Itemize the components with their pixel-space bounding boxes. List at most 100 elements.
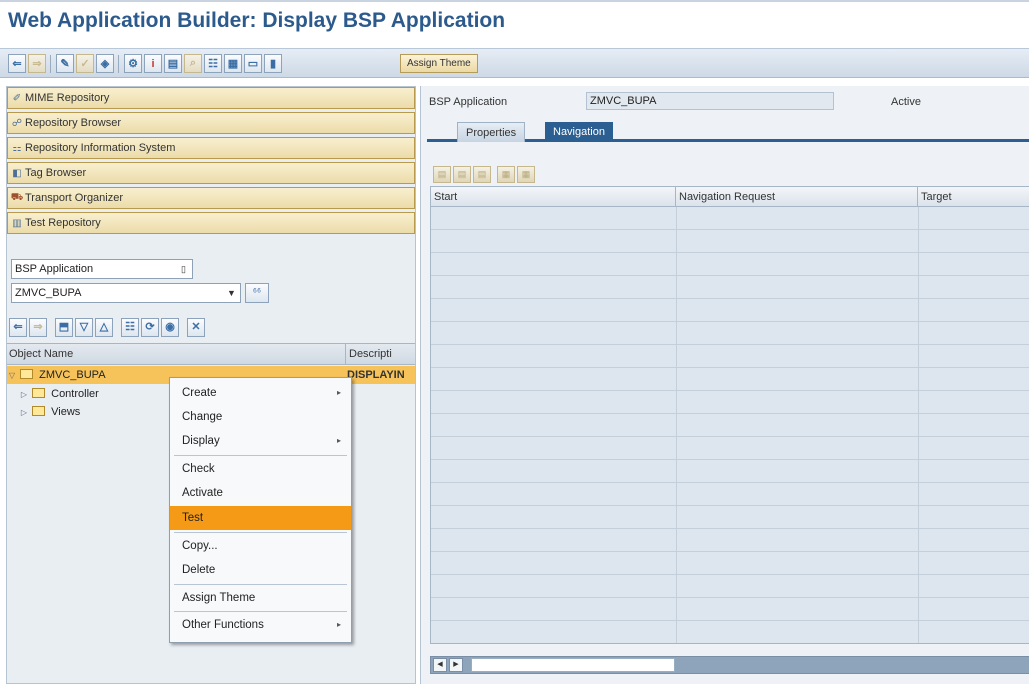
hierarchy-icon[interactable]: ☷ bbox=[121, 318, 139, 337]
close-window-icon[interactable]: ✕ bbox=[187, 318, 205, 337]
folder-icon bbox=[32, 388, 46, 399]
screen-icon[interactable]: ▮ bbox=[264, 54, 282, 73]
menu-item-activate[interactable]: Activate bbox=[170, 481, 351, 505]
bsp-application-field[interactable]: ZMVC_BUPA bbox=[586, 92, 834, 110]
menu-item-test[interactable]: Test bbox=[170, 506, 351, 530]
tree-node-label: Views bbox=[51, 406, 81, 418]
menu-item-create[interactable]: Create ▸ bbox=[170, 381, 351, 405]
display-object-icon[interactable]: ▤ bbox=[164, 54, 182, 73]
menu-item-other-functions[interactable]: Other Functions ▸ bbox=[170, 613, 351, 637]
menu-item-label: Delete bbox=[182, 564, 216, 576]
assign-theme-button[interactable]: Assign Theme bbox=[400, 54, 478, 73]
local-object-icon[interactable]: ◉ bbox=[161, 318, 179, 337]
menu-item-assign-theme[interactable]: Assign Theme bbox=[170, 586, 351, 610]
application-toolbar: ⇐ ⇒ ✎ ✓ ◈ ⚙ i ▤ ⌕ ☷ ▦ ▭ ▮ Assign Theme bbox=[0, 48, 1029, 78]
detail-panel: BSP Application ZMVC_BUPA Active Propert… bbox=[420, 86, 1029, 684]
menu-item-label: Other Functions bbox=[182, 619, 264, 631]
collapsed-triangle-icon[interactable]: ▷ bbox=[19, 386, 29, 404]
truck-icon: ⛟ bbox=[10, 191, 24, 203]
nav-repository-browser[interactable]: ☍ Repository Browser bbox=[7, 112, 415, 134]
horizontal-scrollbar[interactable]: ◀ ▶ bbox=[430, 656, 1029, 674]
submenu-arrow-icon: ▸ bbox=[336, 388, 341, 397]
bsp-application-label: BSP Application bbox=[429, 96, 508, 108]
activate-icon[interactable]: ◈ bbox=[96, 54, 114, 73]
table-rows[interactable] bbox=[431, 207, 1029, 643]
grid-icon[interactable]: ▦ bbox=[224, 54, 242, 73]
insert-row-icon: ▤ bbox=[433, 166, 451, 183]
frame-icon[interactable]: ▭ bbox=[244, 54, 262, 73]
tree-header: Object Name Descripti bbox=[7, 343, 415, 365]
column-description[interactable]: Descripti bbox=[345, 344, 415, 364]
navigation-table: Start Navigation Request Target bbox=[430, 186, 1029, 644]
mime-icon: ✐ bbox=[12, 92, 22, 104]
column-divider bbox=[676, 207, 677, 643]
expanded-triangle-icon[interactable]: ▽ bbox=[7, 367, 17, 385]
nav-label: Transport Organizer bbox=[25, 192, 124, 204]
nav-label: Test Repository bbox=[25, 217, 101, 229]
chevron-down-icon[interactable]: ▼ bbox=[225, 286, 238, 300]
tree-node-label: ZMVC_BUPA bbox=[39, 369, 106, 381]
nav-test-repository[interactable]: ▥ Test Repository bbox=[7, 212, 415, 234]
menu-item-delete[interactable]: Delete bbox=[170, 558, 351, 582]
submenu-arrow-icon: ▸ bbox=[336, 436, 341, 445]
next-object-icon: ⇒ bbox=[29, 318, 47, 337]
menu-item-change[interactable]: Change bbox=[170, 405, 351, 429]
menu-item-label: Copy... bbox=[182, 540, 218, 552]
display-glasses-button[interactable]: ⁶⁶ bbox=[245, 283, 269, 303]
scrollbar-thumb[interactable] bbox=[471, 658, 675, 672]
submenu-arrow-icon: ▸ bbox=[336, 620, 341, 629]
nav-transport-organizer[interactable]: ⛟ Transport Organizer bbox=[7, 187, 415, 209]
menu-separator bbox=[174, 611, 347, 612]
glasses-icon: ⁶⁶ bbox=[252, 287, 262, 298]
nav-repository-information-system[interactable]: ⚏ Repository Information System bbox=[7, 137, 415, 159]
expand-icon[interactable]: ▽ bbox=[75, 318, 93, 337]
toolbar-separator bbox=[50, 55, 51, 73]
tab-properties[interactable]: Properties bbox=[457, 122, 526, 142]
context-menu: Create ▸ Change Display ▸ Check Activate… bbox=[169, 377, 352, 643]
menu-item-label: Create bbox=[182, 387, 217, 399]
tab-navigation[interactable]: Navigation bbox=[545, 122, 613, 142]
tree-node-label: Controller bbox=[51, 388, 99, 400]
deselect-all-icon: ▦ bbox=[517, 166, 535, 183]
append-row-icon: ▤ bbox=[453, 166, 471, 183]
menu-separator bbox=[174, 532, 347, 533]
tree-node-description: DISPLAYIN bbox=[347, 369, 405, 381]
collapse-icon[interactable]: △ bbox=[95, 318, 113, 337]
collapsed-triangle-icon[interactable]: ▷ bbox=[19, 404, 29, 422]
menu-separator bbox=[174, 455, 347, 456]
scroll-right-icon[interactable]: ▶ bbox=[449, 658, 463, 672]
menu-item-label: Assign Theme bbox=[182, 592, 256, 604]
test-icon[interactable]: ⚙ bbox=[124, 54, 142, 73]
column-target[interactable]: Target bbox=[918, 187, 1029, 207]
nav-label: Repository Information System bbox=[25, 142, 176, 154]
back-arrow-icon[interactable]: ⇐ bbox=[8, 54, 26, 73]
refresh-icon[interactable]: ⟳ bbox=[141, 318, 159, 337]
menu-item-check[interactable]: Check bbox=[170, 457, 351, 481]
info-icon[interactable]: i bbox=[144, 54, 162, 73]
tab-strip: Properties Navigation bbox=[427, 120, 1029, 142]
up-node-icon[interactable]: ⬒ bbox=[55, 318, 73, 337]
previous-object-icon[interactable]: ⇐ bbox=[9, 318, 27, 337]
folder-icon bbox=[20, 369, 34, 380]
object-type-value: BSP Application bbox=[15, 263, 94, 275]
window-title: Web Application Builder: Display BSP App… bbox=[8, 9, 506, 32]
menu-item-label: Test bbox=[182, 512, 204, 524]
menu-item-copy[interactable]: Copy... bbox=[170, 534, 351, 558]
select-all-icon: ▦ bbox=[497, 166, 515, 183]
edit-pencil-icon[interactable]: ✎ bbox=[56, 54, 74, 73]
scroll-left-icon[interactable]: ◀ bbox=[433, 658, 447, 672]
nav-tag-browser[interactable]: ◧ Tag Browser bbox=[7, 162, 415, 184]
object-name-field[interactable]: ZMVC_BUPA ▼ bbox=[11, 283, 241, 303]
menu-item-label: Activate bbox=[182, 487, 223, 499]
object-type-dropdown[interactable]: BSP Application ▯ bbox=[11, 259, 193, 279]
hierarchy-icon[interactable]: ☷ bbox=[204, 54, 222, 73]
dropdown-icon: ▯ bbox=[181, 264, 186, 274]
nav-mime-repository[interactable]: ✐ MIME Repository bbox=[7, 87, 415, 109]
column-object-name[interactable]: Object Name bbox=[9, 344, 73, 364]
tree-icon: ☍ bbox=[11, 117, 23, 129]
column-start[interactable]: Start bbox=[431, 187, 676, 207]
menu-item-display[interactable]: Display ▸ bbox=[170, 429, 351, 453]
status-text: Active bbox=[891, 96, 921, 108]
column-navigation-request[interactable]: Navigation Request bbox=[676, 187, 918, 207]
nav-label: Tag Browser bbox=[25, 167, 87, 179]
